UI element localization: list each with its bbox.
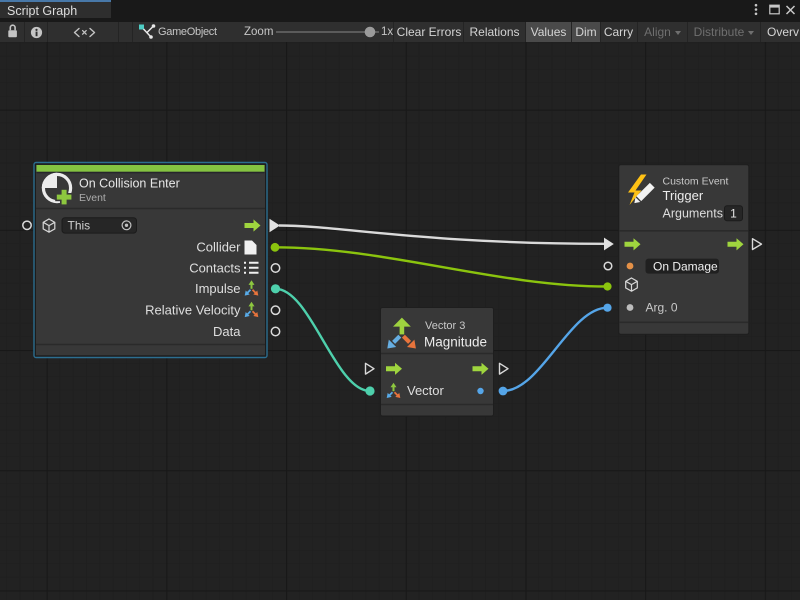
svg-text:Trigger: Trigger bbox=[663, 188, 704, 203]
svg-text:Relative Velocity: Relative Velocity bbox=[145, 302, 241, 317]
svg-text:Event: Event bbox=[79, 192, 106, 204]
svg-text:1: 1 bbox=[730, 207, 737, 221]
svg-text:Vector: Vector bbox=[407, 383, 445, 398]
svg-text:On Damage: On Damage bbox=[653, 260, 718, 274]
svg-text:Vector 3: Vector 3 bbox=[425, 320, 465, 332]
svg-text:Arguments: Arguments bbox=[663, 207, 723, 221]
svg-text:Custom Event: Custom Event bbox=[663, 175, 729, 187]
svg-text:Impulse: Impulse bbox=[195, 281, 241, 296]
svg-text:This: This bbox=[68, 219, 91, 233]
svg-text:Contacts: Contacts bbox=[189, 260, 241, 275]
svg-text:Magnitude: Magnitude bbox=[424, 335, 487, 350]
svg-text:Collider: Collider bbox=[196, 240, 241, 255]
svg-text:Data: Data bbox=[213, 324, 241, 339]
svg-text:Arg. 0: Arg. 0 bbox=[646, 301, 678, 315]
svg-text:On Collision Enter: On Collision Enter bbox=[79, 177, 180, 191]
